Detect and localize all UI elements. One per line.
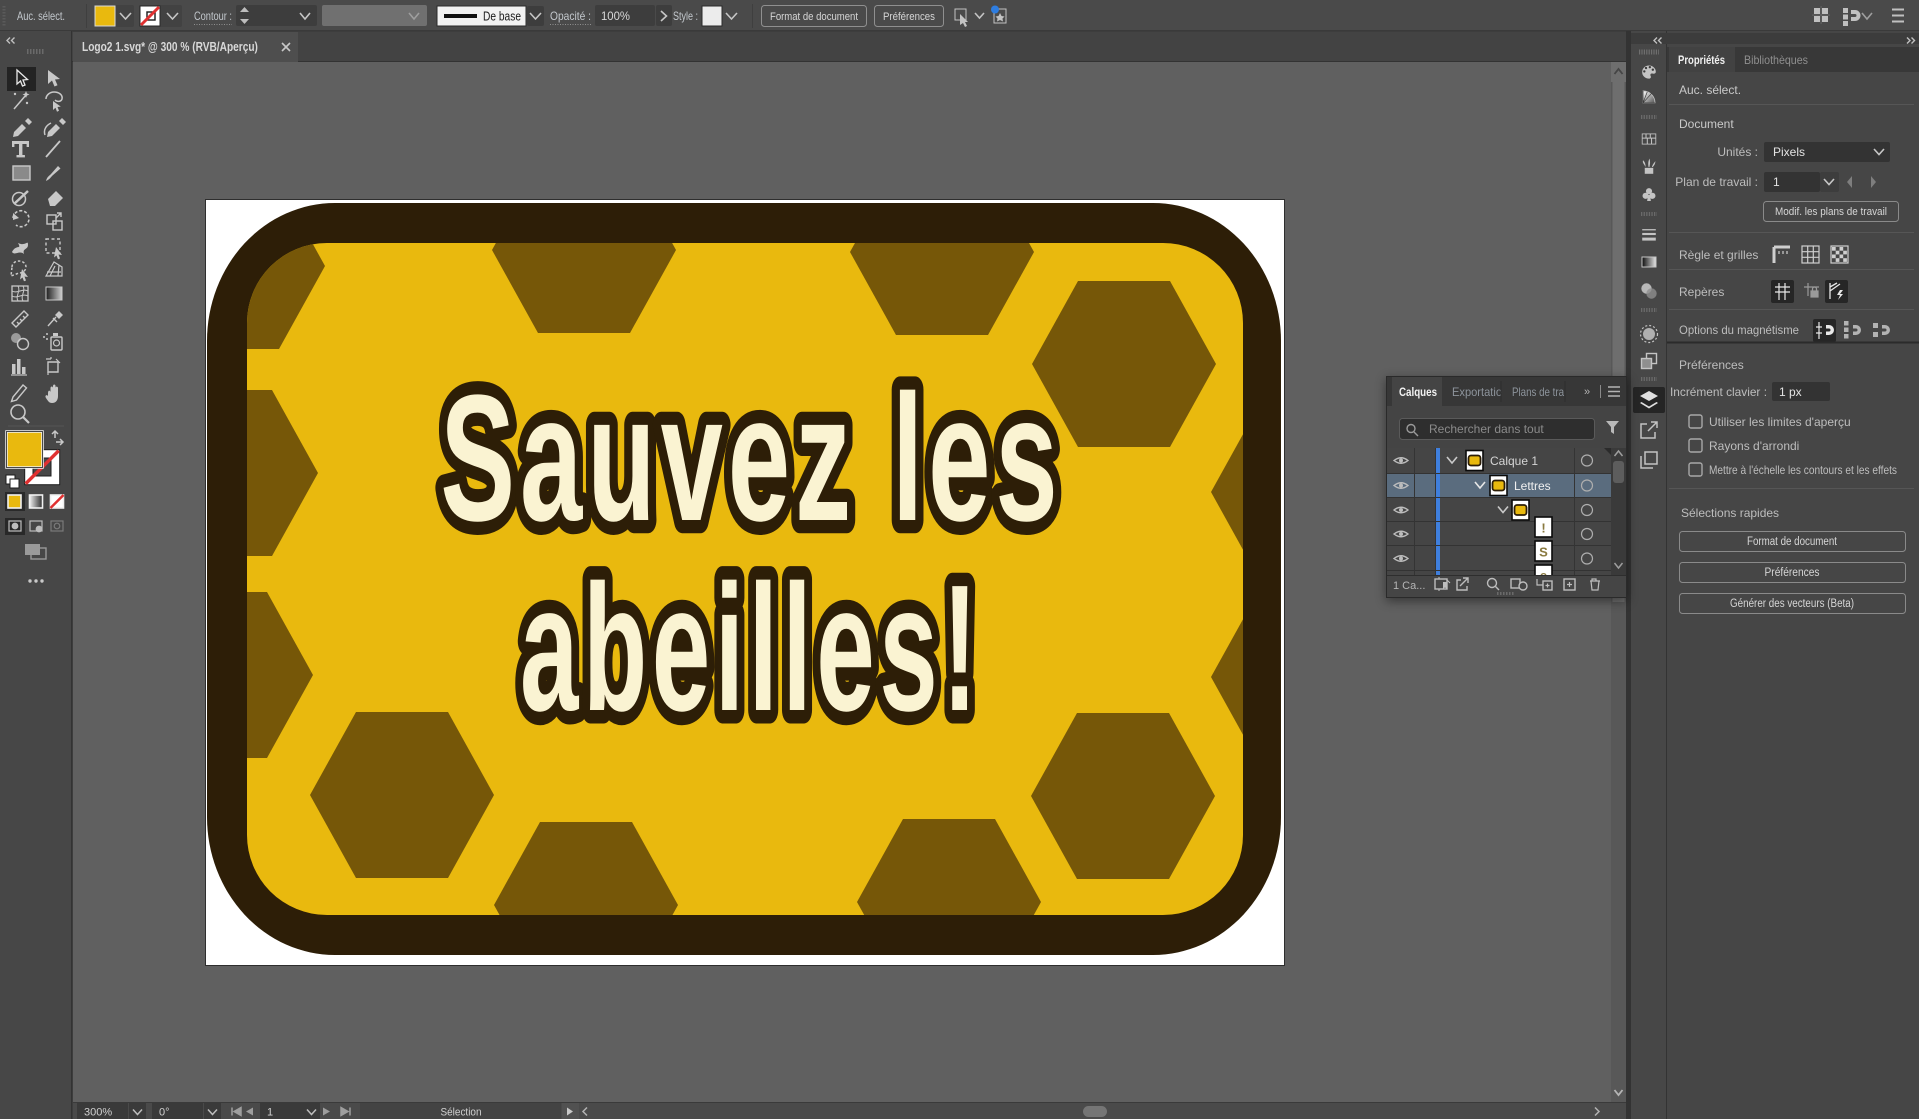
svg-text:1: 1 bbox=[1773, 175, 1780, 189]
svg-text:1 Ca...: 1 Ca... bbox=[1393, 580, 1425, 592]
svg-text:abeilles!: abeilles! bbox=[520, 549, 982, 749]
svg-text:Sélection: Sélection bbox=[441, 1107, 482, 1119]
svg-text:Bibliothèques: Bibliothèques bbox=[1744, 53, 1808, 67]
svg-text:Lettres: Lettres bbox=[1514, 479, 1551, 493]
svg-text:1 px: 1 px bbox=[1779, 385, 1802, 399]
svg-text:Propriétés: Propriétés bbox=[1678, 53, 1725, 67]
svg-text:Plan de travail :: Plan de travail : bbox=[1675, 175, 1758, 189]
svg-text:Préférences: Préférences bbox=[1679, 358, 1744, 372]
svg-text:Mettre à l'échelle les contour: Mettre à l'échelle les contours et les e… bbox=[1709, 463, 1897, 477]
svg-text:Auc. sélect.: Auc. sélect. bbox=[1679, 83, 1741, 97]
svg-text:De base: De base bbox=[483, 10, 521, 24]
svg-text:Unités :: Unités : bbox=[1717, 145, 1758, 159]
svg-text:Pixels: Pixels bbox=[1773, 145, 1805, 159]
svg-text:Format de document: Format de document bbox=[770, 11, 858, 23]
svg-text:Plans de tra: Plans de tra bbox=[1512, 385, 1564, 399]
svg-text:Format de document: Format de document bbox=[1747, 536, 1838, 548]
svg-text:Rechercher dans tout: Rechercher dans tout bbox=[1429, 422, 1544, 436]
svg-text:Générer des vecteurs (Beta): Générer des vecteurs (Beta) bbox=[1730, 598, 1854, 610]
svg-text:Préférences: Préférences bbox=[883, 11, 935, 23]
svg-text:Style :: Style : bbox=[673, 9, 698, 23]
svg-text:Utiliser les limites d'aperçu: Utiliser les limites d'aperçu bbox=[1709, 415, 1851, 429]
svg-text:Exportatio: Exportatio bbox=[1452, 385, 1502, 399]
svg-text:Calque 1: Calque 1 bbox=[1490, 454, 1538, 468]
svg-text:100%: 100% bbox=[601, 9, 630, 23]
svg-text:Sélections rapides: Sélections rapides bbox=[1681, 506, 1779, 520]
svg-text:!: ! bbox=[1541, 521, 1545, 536]
svg-text:Règle et grilles: Règle et grilles bbox=[1679, 248, 1758, 262]
svg-text:Sauvez les: Sauvez les bbox=[440, 357, 1062, 559]
svg-text:Calques: Calques bbox=[1399, 385, 1437, 399]
svg-text:Rayons d'arrondi: Rayons d'arrondi bbox=[1709, 439, 1799, 453]
svg-text:0°: 0° bbox=[159, 1107, 170, 1119]
svg-text:Incrément clavier :: Incrément clavier : bbox=[1670, 385, 1767, 399]
svg-text:Options du magnétisme: Options du magnétisme bbox=[1679, 323, 1799, 337]
svg-text:Préférences: Préférences bbox=[1765, 567, 1820, 579]
svg-text:Repères: Repères bbox=[1679, 285, 1724, 299]
svg-text:1: 1 bbox=[267, 1107, 273, 1119]
svg-text:Modif. les plans de travail: Modif. les plans de travail bbox=[1775, 206, 1887, 218]
svg-text:300%: 300% bbox=[84, 1107, 112, 1119]
svg-text:Contour :: Contour : bbox=[194, 9, 232, 23]
svg-text:Document: Document bbox=[1679, 117, 1734, 131]
svg-text:»: » bbox=[1584, 386, 1590, 398]
svg-text:S: S bbox=[1539, 545, 1548, 560]
svg-text:Auc. sélect.: Auc. sélect. bbox=[17, 9, 65, 23]
svg-text:Opacité :: Opacité : bbox=[550, 9, 591, 23]
